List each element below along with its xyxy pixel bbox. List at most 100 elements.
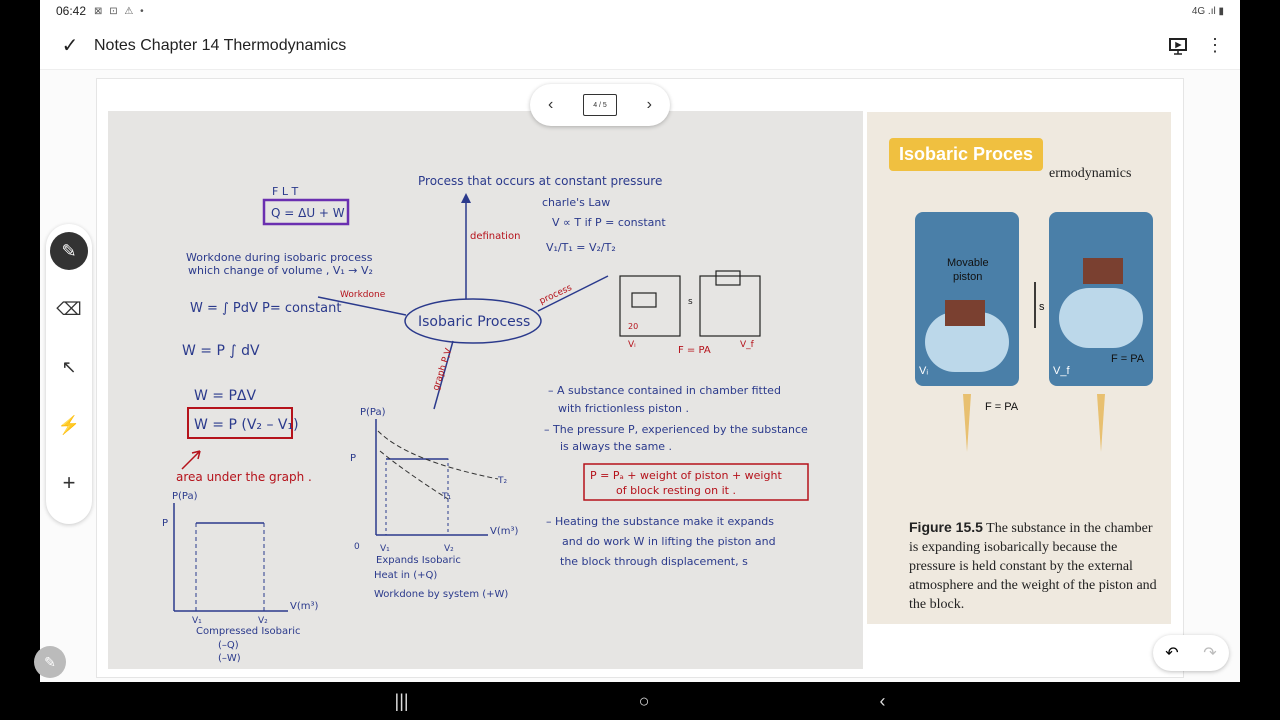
status-signal-icons: 4G .ıl ▮: [1191, 5, 1224, 17]
right-fluid: [1059, 288, 1143, 348]
more-options-icon[interactable]: ⋮: [1206, 35, 1224, 56]
graph2-v1: V₁: [380, 544, 390, 554]
status-bar: 06:42 ⊠ ⊡ ⚠ • 4G .ıl ▮: [40, 0, 1240, 22]
charles-title: charle's Law: [542, 196, 610, 209]
bullet1-a: – A substance contained in chamber fitte…: [548, 384, 781, 397]
flt-equation: Q = ΔU + W: [271, 206, 345, 220]
left-block: [945, 300, 985, 326]
present-screen-icon[interactable]: [1168, 36, 1188, 56]
undo-redo-controls: ↶ ↷: [1153, 635, 1229, 671]
sketch-vi: Vᵢ: [628, 340, 636, 350]
redo-icon[interactable]: ↷: [1203, 643, 1216, 663]
undo-icon[interactable]: ↶: [1165, 643, 1178, 663]
graph2-caption-3: Workdone by system (+W): [374, 589, 508, 600]
figure-caption: Figure 15.5 The substance in the chamber…: [909, 518, 1165, 614]
figure-number: Figure 15.5: [909, 519, 983, 535]
definition-arrowhead: [461, 193, 471, 203]
next-page-icon[interactable]: ›: [647, 96, 652, 114]
bullet3-b: and do work W in lifting the piston and: [562, 535, 776, 548]
vi-label: Vᵢ: [919, 365, 928, 377]
workdone-arrow-label: Workdone: [340, 290, 386, 300]
graph1-p: P: [162, 518, 168, 529]
graph2-t2-isotherm: [377, 430, 499, 480]
drawing-toolbar: ✎ ⌫ ↖ ⚡ +: [46, 224, 92, 524]
bullet3-c: the block through displacement, s: [560, 555, 748, 568]
s-label: s: [1039, 301, 1045, 313]
page-navigator: ‹ 4 / 5 ›: [530, 84, 670, 126]
workdone-integral-2: W = P ∫ dV: [182, 343, 260, 359]
eraser-tool-icon[interactable]: ⌫: [50, 290, 88, 328]
graph-arrow-label: graph P,V: [431, 347, 454, 392]
graph1-caption-3: (–W): [218, 653, 241, 664]
graph2-origin: 0: [354, 542, 360, 552]
left-flame: [963, 394, 971, 452]
sketch-s: s: [688, 297, 693, 307]
bullet1-b: with frictionless piston .: [558, 402, 689, 415]
process-arrow-label: process: [538, 283, 574, 307]
graph2-p: P: [350, 453, 356, 464]
status-time: 06:42: [56, 4, 87, 18]
sketch-fpa: F = PA: [678, 345, 711, 356]
tablet-screen: 06:42 ⊠ ⊡ ⚠ • 4G .ıl ▮ ✓ Notes Chapter 1…: [0, 0, 1280, 720]
graph2-t1-isotherm: [379, 450, 449, 500]
graph1-v1: V₁: [192, 616, 202, 626]
workdone-boxed-eq: W = P (V₂ – V₁): [194, 417, 299, 433]
sketch-vf: V_f: [740, 340, 755, 350]
right-block: [1083, 258, 1123, 284]
flt-label: F L T: [272, 185, 298, 198]
textbook-figure-image: Isobaric Proces ermodynamics Movable pis…: [867, 112, 1171, 624]
back-icon[interactable]: ‹: [879, 691, 885, 712]
pressure-box-b: of block resting on it .: [616, 484, 736, 497]
sketch-block-left: [631, 292, 657, 308]
graph2-t1: T₁: [441, 492, 451, 502]
fpa-right-label: F = PA: [1111, 353, 1145, 365]
definition-text: Process that occurs at constant pressure: [418, 174, 662, 188]
pen-tool-icon[interactable]: ✎: [50, 232, 88, 270]
pressure-box-a: P = Pₐ + weight of piston + weight: [590, 469, 782, 482]
graph2-t2: T₂: [497, 476, 507, 486]
area-note: area under the graph .: [176, 470, 312, 484]
right-flame: [1097, 394, 1105, 452]
isobaric-center-label: Isobaric Process: [418, 314, 530, 330]
sketch-block-right: [715, 270, 741, 286]
graph2-work-area: [385, 458, 449, 536]
graph2-caption-1: Expands Isobaric: [376, 555, 461, 566]
area-arrow: [181, 450, 201, 470]
definition-arrow-label: defination: [470, 231, 520, 242]
previous-page-icon[interactable]: ‹: [548, 96, 553, 114]
graph1-ylabel: P(Pa): [172, 491, 198, 502]
fpa-left-label: F = PA: [985, 401, 1019, 413]
charles-relation: V ∝ T if P = constant: [552, 216, 666, 229]
select-arrow-tool-icon[interactable]: ↖: [50, 348, 88, 386]
graph2-caption-2: Heat in (+Q): [374, 570, 437, 581]
handwritten-notes-image: F L T Q = ΔU + W Workdone during isobari…: [108, 111, 863, 669]
status-notification-icons: ⊠ ⊡ ⚠ •: [94, 5, 146, 17]
workdone-pdv: W = PΔV: [194, 388, 256, 404]
system-nav-bar: ||| ○ ‹: [40, 682, 1240, 720]
app-bar: ✓ Notes Chapter 14 Thermodynamics ⋮: [40, 22, 1240, 70]
pen-fab-icon[interactable]: ✎: [34, 646, 66, 678]
bullet2-a: – The pressure P, experienced by the sub…: [544, 423, 808, 436]
workdone-integral: W = ∫ PdV P= constant: [190, 301, 341, 316]
add-tool-icon[interactable]: +: [50, 464, 88, 502]
graph2-ylabel: P(Pa): [360, 407, 386, 418]
graph2-xlabel: V(m³): [490, 526, 518, 537]
workdone-desc-2: which change of volume , V₁ → V₂: [188, 264, 373, 277]
charles-ratio: V₁/T₁ = V₂/T₂: [546, 241, 616, 254]
done-check-icon[interactable]: ✓: [50, 33, 90, 58]
bullet3-a: – Heating the substance make it expands: [546, 515, 774, 528]
page-indicator: 4 / 5: [593, 101, 607, 109]
graph1-caption-1: Compressed Isobaric: [196, 626, 300, 637]
bullet2-b: is always the same .: [560, 440, 672, 453]
note-title: Notes Chapter 14 Thermodynamics: [94, 36, 347, 54]
page-thumbnail-icon[interactable]: 4 / 5: [583, 94, 617, 116]
vf-label: V_f: [1053, 365, 1070, 377]
notes-drawing: F L T Q = ΔU + W Workdone during isobari…: [162, 174, 809, 664]
lasso-tool-icon[interactable]: ⚡: [50, 406, 88, 444]
home-icon[interactable]: ○: [639, 691, 650, 712]
graph2-v2: V₂: [444, 544, 454, 554]
graph1-xlabel: V(m³): [290, 601, 318, 612]
sketch-20: 20: [628, 322, 638, 331]
recent-apps-icon[interactable]: |||: [395, 691, 409, 712]
piston-label: piston: [953, 271, 982, 283]
